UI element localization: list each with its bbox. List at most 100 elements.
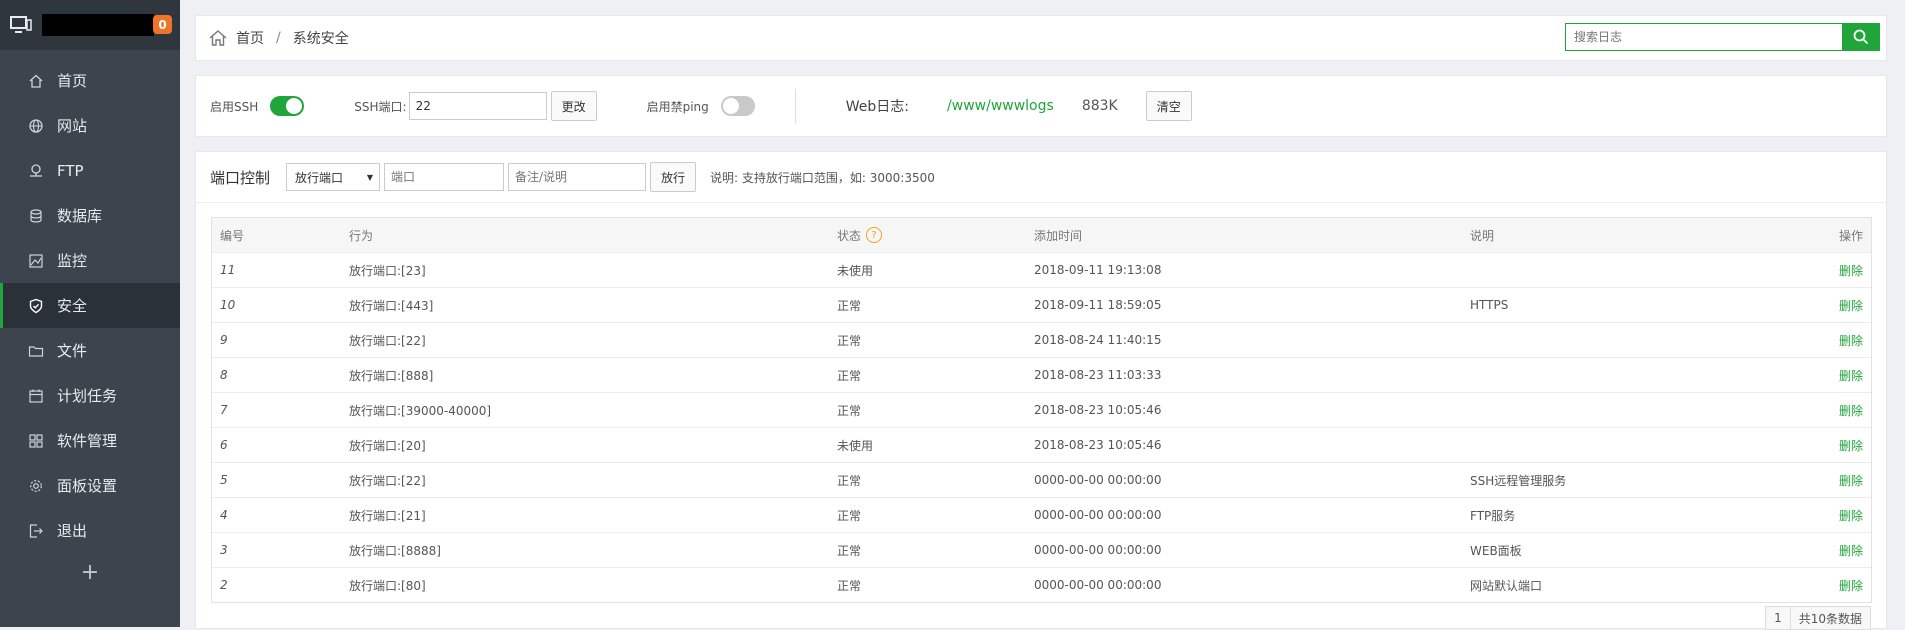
row-status: 正常: [837, 473, 862, 488]
delete-link[interactable]: 删除: [1839, 509, 1863, 523]
row-id: 9: [220, 333, 228, 347]
row-desc: FTP服务: [1470, 508, 1516, 523]
row-op-cell: 删除: [1783, 297, 1871, 314]
sidebar-item-2[interactable]: FTP: [0, 148, 180, 193]
row-action: 放行端口:[39000-40000]: [349, 403, 492, 418]
monitor-logo-icon: [10, 16, 32, 34]
port-action-select[interactable]: 放行端口 ▼: [286, 163, 381, 191]
weblog-path-link[interactable]: /www/wwwlogs: [947, 98, 1054, 114]
table-row: 9 放行端口:[22] 正常 2018-08-24 11:40:15 删除: [212, 323, 1871, 358]
delete-link[interactable]: 删除: [1839, 299, 1863, 313]
sidebar-item-label: 文件: [57, 342, 88, 360]
clear-logs-button[interactable]: 清空: [1145, 91, 1192, 121]
delete-link[interactable]: 删除: [1839, 334, 1863, 348]
sidebar-item-label: 首页: [57, 72, 88, 90]
ping-toggle[interactable]: [720, 96, 755, 116]
allow-port-button[interactable]: 放行: [650, 162, 697, 192]
row-op-cell: 删除: [1783, 262, 1871, 279]
delete-link[interactable]: 删除: [1839, 474, 1863, 488]
row-action: 放行端口:[80]: [349, 578, 426, 593]
row-status: 正常: [837, 298, 862, 313]
table-body: 11 放行端口:[23] 未使用 2018-09-11 19:13:08 删除 10 放行端…: [212, 253, 1871, 602]
grid-icon: [28, 433, 44, 449]
sidebar-item-6[interactable]: 文件: [0, 328, 180, 373]
gear-icon: [28, 478, 44, 494]
pagination: 1 共10条数据: [1765, 606, 1871, 630]
change-port-button[interactable]: 更改: [550, 91, 597, 121]
row-desc: 网站默认端口: [1470, 578, 1543, 593]
col-status-header: 状态 ?: [837, 227, 1034, 244]
row-op-cell: 删除: [1783, 577, 1871, 594]
row-status: 正常: [837, 508, 862, 523]
sidebar-item-3[interactable]: 数据库: [0, 193, 180, 238]
port-input[interactable]: [384, 163, 505, 191]
row-time: 0000-00-00 00:00:00: [1034, 543, 1162, 557]
row-op-cell: 删除: [1783, 507, 1871, 524]
delete-link[interactable]: 删除: [1839, 404, 1863, 418]
sidebar-item-8[interactable]: 软件管理: [0, 418, 180, 463]
sidebar-item-label: 监控: [57, 252, 88, 270]
row-id: 8: [220, 368, 228, 382]
table-row: 10 放行端口:[443] 正常 2018-09-11 18:59:05 HTTPS 删除: [212, 288, 1871, 323]
row-time: 2018-09-11 18:59:05: [1034, 298, 1162, 312]
sidebar-item-label: 数据库: [57, 207, 103, 225]
table-row: 8 放行端口:[888] 正常 2018-08-23 11:03:33 删除: [212, 358, 1871, 393]
port-control-title: 端口控制: [210, 168, 271, 187]
monitor-icon: [28, 253, 44, 269]
row-action: 放行端口:[22]: [349, 333, 426, 348]
sidebar-item-label: FTP: [57, 161, 84, 180]
port-note-input[interactable]: [508, 163, 647, 191]
sidebar-item-1[interactable]: 网站: [0, 103, 180, 148]
sidebar: 0 首页网站 FTP 数据库监控安全文件计划任务软件管理面板设置退出 +: [0, 0, 180, 627]
sidebar-item-label: 退出: [57, 522, 88, 540]
col-status-label: 状态: [837, 228, 862, 243]
delete-link[interactable]: 删除: [1839, 544, 1863, 558]
page-number[interactable]: 1: [1765, 606, 1791, 630]
table-row: 5 放行端口:[22] 正常 0000-00-00 00:00:00 SSH远程管理服务…: [212, 463, 1871, 498]
breadcrumb-current: 系统安全: [292, 31, 349, 47]
row-status: 正常: [837, 578, 862, 593]
log-search-input[interactable]: [1565, 23, 1842, 51]
row-status: 正常: [837, 403, 862, 418]
col-desc-header: 说明: [1470, 228, 1495, 243]
sidebar-item-7[interactable]: 计划任务: [0, 373, 180, 418]
sidebar-item-10[interactable]: 退出: [0, 508, 180, 553]
row-time: 0000-00-00 00:00:00: [1034, 578, 1162, 592]
sidebar-item-label: 网站: [57, 117, 88, 135]
table-row: 6 放行端口:[20] 未使用 2018-08-23 10:05:46 删除: [212, 428, 1871, 463]
weblog-label: Web日志:: [845, 99, 910, 115]
help-icon[interactable]: ?: [866, 227, 883, 243]
ssh-toggle[interactable]: [270, 96, 305, 116]
add-nav-button[interactable]: +: [0, 553, 180, 593]
delete-link[interactable]: 删除: [1839, 369, 1863, 383]
delete-link[interactable]: 删除: [1839, 579, 1863, 593]
row-time: 2018-09-11 19:13:08: [1034, 263, 1162, 277]
sidebar-item-4[interactable]: 监控: [0, 238, 180, 283]
search-button[interactable]: [1842, 23, 1880, 51]
sidebar-item-9[interactable]: 面板设置: [0, 463, 180, 508]
sidebar-item-label: 软件管理: [57, 432, 118, 450]
delete-link[interactable]: 删除: [1839, 264, 1863, 278]
ssh-port-input[interactable]: [408, 92, 547, 120]
row-action: 放行端口:[20]: [349, 438, 426, 453]
row-id: 10: [220, 298, 236, 312]
col-op-header: 操作: [1838, 228, 1863, 243]
row-time: 2018-08-23 11:03:33: [1034, 368, 1162, 382]
sidebar-item-0[interactable]: 首页: [0, 58, 180, 103]
row-time: 0000-00-00 00:00:00: [1034, 473, 1162, 487]
ftp-icon: [28, 163, 44, 179]
table-header-row: 编号 行为 状态 ? 添加时间 说明 操作: [212, 218, 1871, 253]
home-icon[interactable]: [208, 28, 228, 48]
sidebar-header: 0: [0, 0, 180, 50]
row-time: 2018-08-23 10:05:46: [1034, 438, 1162, 452]
breadcrumb-home[interactable]: 首页: [236, 28, 264, 48]
log-search: [1565, 23, 1880, 51]
delete-link[interactable]: 删除: [1839, 439, 1863, 453]
col-id-header: 编号: [220, 228, 245, 243]
folder-icon: [28, 343, 44, 359]
chevron-down-icon: ▼: [366, 173, 374, 182]
sidebar-item-5[interactable]: 安全: [0, 283, 180, 328]
row-time: 2018-08-24 11:40:15: [1034, 333, 1162, 347]
divider: [196, 202, 1886, 203]
notification-badge[interactable]: 0: [153, 15, 172, 34]
